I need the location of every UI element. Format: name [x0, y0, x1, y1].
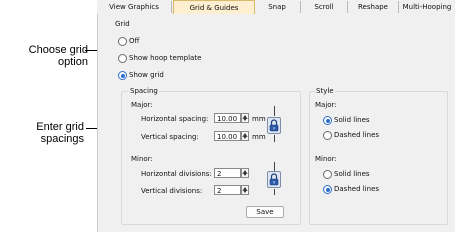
style-minor-heading: Minor: [315, 155, 337, 163]
tab-reshape[interactable]: Reshape [348, 1, 399, 13]
horizontal-spacing-stepper[interactable] [241, 113, 249, 123]
radio-show-hoop-template[interactable] [118, 54, 127, 63]
horizontal-spacing-unit: mm [252, 115, 266, 123]
vertical-divisions-label: Vertical divisions: [141, 187, 203, 195]
radio-major-solid-lines[interactable] [323, 116, 332, 125]
minor-link-line-bottom [274, 189, 275, 195]
radio-show-grid-label: Show grid [129, 71, 164, 79]
radio-minor-solid-lines[interactable] [323, 170, 332, 179]
radio-minor-dashed-lines[interactable] [323, 185, 332, 194]
save-button[interactable]: Save [246, 206, 284, 218]
horizontal-divisions-input[interactable]: 2 [214, 168, 241, 178]
vertical-spacing-input[interactable]: 10.00 [214, 131, 241, 141]
tab-view-graphics[interactable]: View Graphics [97, 1, 172, 13]
horizontal-spacing-label: Horizontal spacing: [141, 115, 209, 123]
vertical-divisions-stepper[interactable] [241, 185, 249, 195]
radio-grid-off-label: Off [129, 37, 140, 45]
minor-lock-button[interactable] [267, 171, 281, 188]
tab-scroll[interactable]: Scroll [301, 1, 348, 13]
vertical-spacing-stepper[interactable] [241, 131, 249, 141]
padlock-icon [269, 119, 279, 132]
radio-grid-off[interactable] [118, 37, 127, 46]
horizontal-spacing-input[interactable]: 10.00 [214, 113, 241, 123]
tab-multi-hooping[interactable]: Multi-Hooping [399, 1, 455, 13]
spacing-major-heading: Major: [131, 101, 153, 109]
callout-enter-spacings: Enter grid spacings [36, 121, 84, 145]
grid-heading: Grid [115, 20, 130, 28]
spacing-heading: Spacing [129, 87, 159, 95]
major-lock-button[interactable] [267, 117, 281, 134]
minor-link-line-top [274, 162, 275, 171]
radio-show-hoop-template-label: Show hoop template [129, 54, 202, 62]
major-link-line-top [274, 106, 275, 116]
tab-strip: View Graphics Grid & Guides Snap Scroll … [97, 0, 455, 15]
vertical-divisions-input[interactable]: 2 [214, 185, 241, 195]
padlock-icon [269, 173, 279, 186]
panel-bottom-area [97, 232, 455, 246]
radio-major-dashed-lines-label: Dashed lines [334, 131, 380, 139]
style-heading: Style [315, 87, 335, 95]
tab-grid-guides[interactable]: Grid & Guides [173, 0, 255, 15]
spacing-minor-heading: Minor: [131, 155, 153, 163]
radio-show-grid[interactable] [118, 71, 127, 80]
vertical-spacing-label: Vertical spacing: [141, 133, 199, 141]
horizontal-divisions-label: Horizontal divisions: [141, 170, 212, 178]
radio-major-solid-lines-label: Solid lines [334, 116, 370, 124]
style-major-heading: Major: [315, 101, 337, 109]
horizontal-divisions-stepper[interactable] [241, 168, 249, 178]
radio-major-dashed-lines[interactable] [323, 131, 332, 140]
callout-choose-grid: Choose grid option [28, 44, 88, 68]
radio-minor-solid-lines-label: Solid lines [334, 170, 370, 178]
major-link-line-bottom [274, 135, 275, 142]
vertical-spacing-unit: mm [252, 133, 266, 141]
radio-minor-dashed-lines-label: Dashed lines [334, 185, 380, 193]
tab-snap[interactable]: Snap [254, 1, 301, 13]
